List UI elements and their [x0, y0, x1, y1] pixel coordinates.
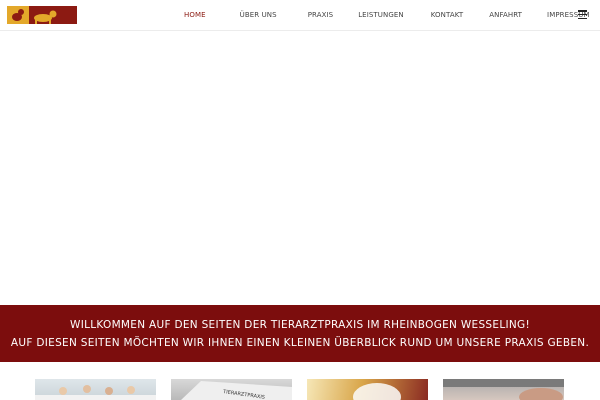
- main-navigation: HOME ÜBER UNS PRAXIS LEISTUNGEN KONTAKT …: [184, 0, 590, 30]
- animal-silhouettes-icon: [12, 9, 57, 24]
- teaser-image-services[interactable]: [307, 379, 428, 400]
- team-photo-icon: [35, 385, 156, 400]
- hamburger-menu-icon[interactable]: [578, 10, 587, 20]
- nav-item-leistungen[interactable]: LEISTUNGEN: [358, 0, 404, 30]
- teaser-image-team[interactable]: [35, 379, 156, 400]
- teaser-image-practice-sign[interactable]: TIERARZTPRAXIS: [171, 379, 292, 400]
- nav-item-home[interactable]: HOME: [184, 0, 206, 30]
- banner-intro-text: AUF DIESEN SEITEN MÖCHTEN WIR IHNEN EINE…: [10, 337, 590, 349]
- nav-item-kontakt[interactable]: KONTAKT: [431, 0, 464, 30]
- banner-welcome-text: WILLKOMMEN AUF DEN SEITEN DER TIERARZTPR…: [70, 319, 530, 331]
- teaser-image-contact[interactable]: [443, 379, 564, 400]
- site-header: HOME ÜBER UNS PRAXIS LEISTUNGEN KONTAKT …: [0, 0, 600, 31]
- contact-photo-icon: [443, 379, 564, 400]
- welcome-banner: WILLKOMMEN AUF DEN SEITEN DER TIERARZTPR…: [0, 305, 600, 362]
- nav-item-anfahrt[interactable]: ANFAHRT: [489, 0, 522, 30]
- practice-sign-icon: TIERARZTPRAXIS: [181, 381, 292, 400]
- services-photo-icon: [353, 383, 401, 400]
- nav-item-praxis[interactable]: PRAXIS: [308, 0, 334, 30]
- practice-logo[interactable]: [7, 6, 77, 24]
- nav-item-ueber-uns[interactable]: ÜBER UNS: [240, 0, 277, 30]
